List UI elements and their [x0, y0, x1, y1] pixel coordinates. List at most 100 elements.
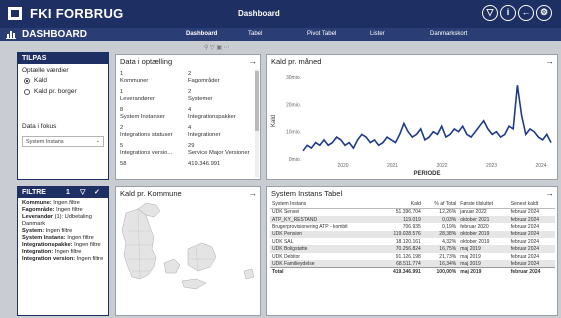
table-cell: februar 2024: [508, 230, 555, 239]
table-total-row[interactable]: Total 419.346.991 100,00% maj 2019 februar 2…: [270, 267, 555, 276]
count-value: 5: [120, 143, 124, 149]
filter-value: Ingen filtre: [65, 235, 94, 241]
x-tick-label: 2022: [436, 163, 447, 169]
eraser-icon[interactable]: ✓: [94, 188, 100, 196]
table-row[interactable]: UDK Boligstøtte 70.256.824 16,75% maj 2019 f…: [270, 245, 555, 253]
series-line[interactable]: [302, 85, 552, 152]
monthly-chart-title: Kald pr. måned: [271, 57, 322, 66]
page-name: Dashboard: [238, 9, 280, 18]
map-region-funen: [163, 258, 181, 274]
filter-item: Integrationspakke: Ingen filtre: [22, 242, 104, 249]
table-row[interactable]: UDK Debitor 91.126.198 21,73% maj 2019 febru…: [270, 253, 555, 260]
count-cell: 1 Leverandører: [120, 89, 155, 103]
tab-pivot-tabel[interactable]: Pivot Tabel: [307, 28, 336, 41]
y-axis-label: Kald: [271, 115, 277, 127]
drill-arrow-icon[interactable]: →: [248, 56, 257, 66]
y-tick-label: 30mio.: [286, 75, 301, 81]
table-header-cell[interactable]: Kald: [379, 200, 423, 209]
table-row[interactable]: UDK Familieydelse 68.511.774 16,34% maj 201…: [270, 260, 555, 268]
table-cell: UDK Boligstøtte: [270, 245, 380, 253]
table-row[interactable]: UDK SAL 18.120.161 4,32% oktober 2019 februa…: [270, 238, 555, 245]
visual-toolbar[interactable]: ⚲ ▽ ▣ ⋯: [204, 44, 230, 51]
table-cell: maj 2019: [458, 267, 509, 276]
table-cell: februar 2024: [510, 253, 540, 260]
table-cell: Total: [270, 267, 380, 276]
drill-arrow-icon[interactable]: →: [248, 188, 257, 198]
kommune-map-panel: Kald pr. Kommune →: [115, 186, 261, 316]
scroll-thumb[interactable]: [255, 71, 259, 131]
table-cell: maj 2019: [458, 260, 509, 268]
filter-item: System: Ingen filtre: [22, 228, 104, 235]
count-value: 419.346.991: [188, 161, 221, 167]
filter-label: Fagområde:: [22, 207, 55, 213]
count-cell: 2 Integrations statuser: [120, 125, 173, 139]
y-tick-label: 10mio.: [286, 130, 301, 136]
count-value: 8: [120, 107, 124, 113]
table-cell: UDK SAL: [272, 238, 294, 245]
table-cell: 119.019: [379, 215, 423, 224]
count-value: 58: [120, 161, 127, 167]
filter-item: Kommune: Ingen filtre: [22, 200, 104, 207]
radio-kald[interactable]: [24, 78, 30, 84]
table-cell: 16,34%: [422, 260, 459, 268]
table-cell: 68.511.774: [379, 260, 423, 268]
table-header-cell[interactable]: % af Total: [422, 200, 459, 209]
denmark-map[interactable]: [116, 201, 260, 313]
bookmark-icon[interactable]: ▽: [482, 5, 498, 21]
table-cell: februar 2024: [510, 223, 540, 230]
filter-label: Kommune:: [22, 200, 52, 206]
count-cell: 2 Fagområder: [188, 71, 220, 85]
tab-dashboard[interactable]: Dashboard: [186, 28, 217, 41]
table-row[interactable]: UDK Sensei 51.396.704 12,26% januar 2022 feb…: [270, 209, 555, 216]
table-cell: 51.396.704: [395, 209, 421, 216]
back-icon[interactable]: ←: [518, 5, 534, 21]
table-header-cell[interactable]: Senest kaldt: [508, 200, 555, 209]
count-cell: 29 Service Major Versioner: [188, 143, 250, 157]
count-value: 2: [120, 125, 124, 131]
table-row[interactable]: Brugerprovisionering ATP - kombit 706.935…: [270, 223, 555, 230]
table-cell: maj 2019: [460, 253, 481, 260]
x-tick-label: 2020: [337, 163, 348, 169]
table-row[interactable]: ATP_KY_RESTAND 119.019 0,03% oktober 2021 fe…: [270, 215, 555, 224]
table-cell: ATP_KY_RESTAND: [270, 215, 380, 224]
focus-select[interactable]: System Instans ⌄: [22, 136, 104, 147]
counting-panel: Data i optælling → 1 Kommuner 2 Fagområder 1…: [115, 54, 261, 180]
count-value: 4: [188, 125, 192, 131]
drill-arrow-icon[interactable]: →: [545, 188, 554, 198]
count-cell: 419.346.991: [188, 161, 220, 168]
focus-label: Data i fokus: [22, 123, 57, 130]
x-tick-label: 2023: [486, 163, 497, 169]
y-tick-label: 20mio.: [286, 102, 301, 108]
count-cell: 4 Integrationspakker: [188, 107, 236, 121]
tab-tabel[interactable]: Tabel: [248, 28, 262, 41]
table-cell: 4,32%: [442, 238, 457, 245]
top-bar: FKI FORBRUG Dashboard ▽ i ← ⚙: [0, 0, 561, 28]
radio-kald-pr-borger[interactable]: [24, 89, 30, 95]
filter-icon[interactable]: ▽: [80, 188, 85, 196]
table-cell: februar 2024: [510, 209, 540, 216]
tab-danmarkskort[interactable]: Danmarkskort: [430, 28, 467, 41]
filters-title: FILTRE: [22, 189, 46, 196]
filter-label: System:: [22, 228, 45, 234]
tab-lister[interactable]: Lister: [370, 28, 385, 41]
table-row[interactable]: UDK Pension 119.028.576 28,38% oktober 2019…: [270, 230, 555, 239]
filter-item: Integration version: Ingen filtre: [22, 256, 104, 263]
kommune-map-title: Kald pr. Kommune: [120, 189, 182, 198]
counting-scrollbar[interactable]: [255, 69, 259, 177]
table-cell: oktober 2021: [458, 215, 509, 224]
count-value: 2: [188, 71, 192, 77]
settings-icon[interactable]: ⚙: [536, 5, 552, 21]
info-icon[interactable]: i: [500, 5, 516, 21]
count-label: System Instanser: [120, 114, 165, 120]
system-table: System Instans Kald% af Total Første tilsl…: [270, 200, 555, 276]
table-header-cell[interactable]: System Instans: [270, 200, 380, 209]
table-header-cell[interactable]: Første tilsluttet: [458, 200, 509, 209]
drill-arrow-icon[interactable]: →: [545, 56, 554, 66]
line-chart[interactable]: Kald 30mio. 20mio. 10mio. 0mio. 2020 2021 2022 2…: [267, 69, 557, 177]
count-cell: 1 Kommuner: [120, 71, 148, 85]
filter-label: Integrationspakke:: [22, 242, 73, 248]
count-label: Systemer: [188, 96, 213, 102]
radio-kald-label: Kald: [34, 77, 48, 84]
table-cell: 119.028.576: [379, 230, 423, 239]
x-axis-label: PERIODE: [413, 171, 440, 177]
